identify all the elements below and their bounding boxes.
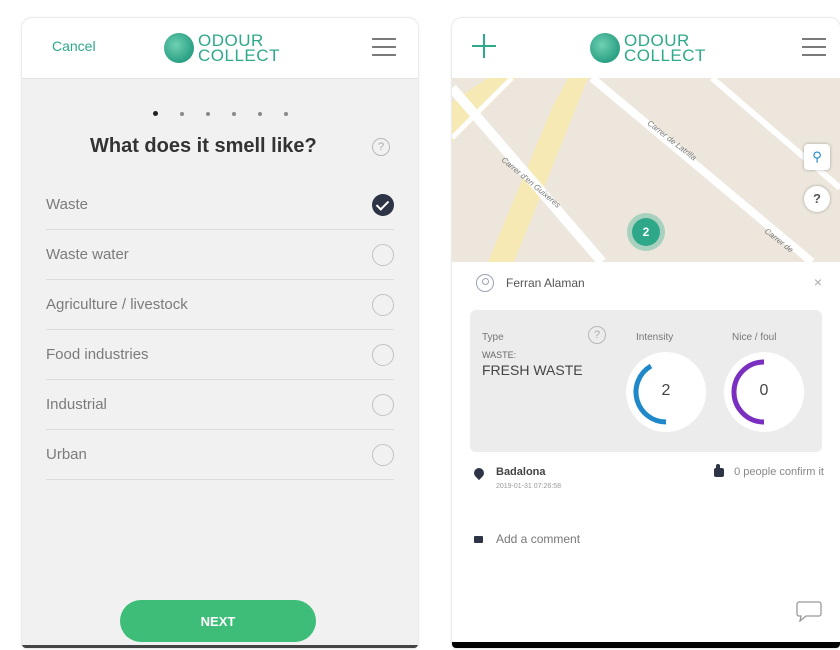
add-comment-label: Add a comment — [496, 532, 581, 546]
observation-location: Badalona 2019-01-31 07:26:58 0 people co… — [471, 463, 824, 500]
add-observation-icon[interactable] — [472, 34, 496, 58]
nice-foul-value: 0 — [759, 382, 769, 399]
location-name: Badalona — [496, 466, 546, 478]
app-logo: ODOUR COLLECT — [164, 30, 280, 66]
logo-text: ODOUR COLLECT — [198, 31, 280, 65]
app-logo: ODOUR COLLECT — [590, 30, 706, 66]
step-dot — [257, 112, 262, 116]
observation-cluster-marker[interactable]: 2 — [632, 218, 660, 246]
logo-circle-icon — [590, 33, 620, 63]
nice-foul-gauge: 0 — [724, 352, 804, 432]
step-dot — [179, 112, 184, 116]
step-dot — [205, 112, 210, 116]
option-label: Agriculture / livestock — [46, 296, 188, 313]
radio-icon[interactable] — [372, 243, 394, 266]
type-help-icon[interactable]: ? — [588, 326, 606, 344]
nice-foul-label: Nice / foul — [732, 332, 777, 343]
locate-icon[interactable]: ⚲ — [804, 144, 830, 170]
radio-icon[interactable] — [372, 443, 394, 466]
option-label: Waste — [46, 196, 88, 213]
radio-icon[interactable] — [372, 393, 394, 416]
timestamp: 2019-01-31 07:26:58 — [496, 483, 561, 490]
intensity-label: Intensity — [636, 332, 674, 343]
logo-text: ODOUR COLLECT — [624, 31, 706, 65]
username: Ferran Alaman — [506, 276, 585, 290]
radio-icon[interactable] — [372, 343, 394, 366]
option-label: Industrial — [46, 396, 107, 413]
odour-type-option[interactable]: Waste — [46, 180, 394, 230]
radio-checked-icon[interactable] — [372, 193, 394, 216]
odour-type-option[interactable]: Food industries — [46, 330, 394, 380]
page-title: What does it smell like? — [90, 135, 317, 157]
user-icon — [476, 274, 494, 292]
observation-author: Ferran Alaman × — [476, 270, 822, 296]
type-category: WASTE: — [482, 350, 517, 360]
odour-type-list: Waste Waste water Agriculture / livestock F… — [46, 180, 394, 480]
odour-type-option[interactable]: Waste water — [46, 230, 394, 280]
add-comment-button[interactable]: Add a comment — [474, 532, 580, 546]
odour-map-screen: ODOUR COLLECT Carrer de Latrilla Carrer … — [452, 18, 840, 648]
odour-type-option[interactable]: Urban — [46, 430, 394, 480]
intensity-value: 2 — [661, 382, 671, 399]
observation-details: Type ? WASTE: FRESH WASTE Intensity 2 Ni… — [470, 310, 822, 452]
menu-icon[interactable] — [802, 38, 826, 58]
chat-bubble-icon[interactable] — [796, 600, 822, 622]
option-label: Food industries — [46, 346, 149, 363]
confirm-button[interactable]: 0 people confirm it — [714, 463, 824, 478]
option-label: Waste water — [46, 246, 129, 263]
confirm-count: 0 people confirm it — [734, 466, 824, 478]
step-dot — [283, 112, 288, 116]
type-value: FRESH WASTE — [482, 362, 583, 378]
option-label: Urban — [46, 446, 87, 463]
odour-type-option[interactable]: Industrial — [46, 380, 394, 430]
map-help-icon[interactable]: ? — [804, 186, 830, 212]
help-icon[interactable]: ? — [372, 138, 390, 156]
comment-icon — [474, 535, 483, 543]
logo-circle-icon — [164, 33, 194, 63]
cancel-button[interactable]: Cancel — [52, 38, 96, 54]
type-label: Type — [482, 332, 504, 343]
step-dot — [231, 112, 236, 116]
location-pin-icon — [471, 465, 487, 481]
intensity-gauge: 2 — [626, 352, 706, 432]
close-icon[interactable]: × — [814, 274, 822, 290]
odour-type-screen: Cancel ODOUR COLLECT What does it smell … — [22, 18, 418, 648]
app-header: ODOUR COLLECT — [452, 18, 840, 79]
step-dot — [152, 111, 158, 116]
radio-icon[interactable] — [372, 293, 394, 316]
step-indicator — [22, 103, 418, 121]
app-header: Cancel ODOUR COLLECT — [22, 18, 418, 79]
map-view[interactable]: Carrer de Latrilla Carrer d'en Guixeres … — [452, 78, 840, 262]
next-button[interactable]: NEXT — [120, 600, 316, 642]
menu-icon[interactable] — [372, 38, 396, 58]
thumbs-up-icon — [714, 463, 725, 477]
odour-type-option[interactable]: Agriculture / livestock — [46, 280, 394, 330]
